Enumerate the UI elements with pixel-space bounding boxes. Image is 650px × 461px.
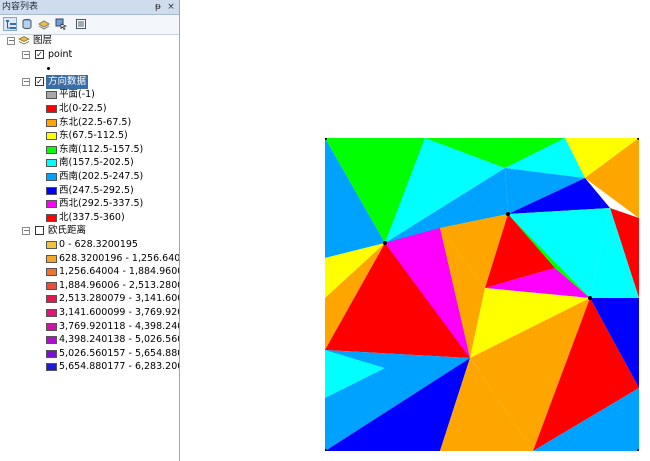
legend-swatch xyxy=(46,281,57,290)
list-by-source-icon[interactable] xyxy=(20,17,34,31)
tree-row: − ✓ 方向数据 xyxy=(0,74,178,89)
direction-layer-expander[interactable]: − xyxy=(22,77,30,86)
legend-swatch xyxy=(46,241,57,249)
layer-label: 北(337.5-360) xyxy=(59,211,125,223)
legend-swatch xyxy=(46,132,57,141)
tree-row: 2,513.280079 - 3,141.600098 xyxy=(0,292,179,306)
pin-icon[interactable]: ᵽ xyxy=(152,0,164,14)
layer-label: 628.3200196 - 1,256.640039 xyxy=(59,252,180,264)
legend-swatch xyxy=(46,105,57,113)
point-layer-expander[interactable]: − xyxy=(22,50,30,59)
legend-swatch xyxy=(46,186,57,195)
layer-label: 3,769.920118 - 4,398.240137 xyxy=(59,320,179,332)
tree-row: − 图层 xyxy=(0,34,178,48)
legend-swatch xyxy=(46,254,57,263)
list-by-drawing-order-icon[interactable] xyxy=(3,17,17,31)
layer-label: 欧氏距离 xyxy=(48,225,87,237)
layer-label: 方向数据 xyxy=(46,74,89,89)
point-feature[interactable] xyxy=(383,241,387,245)
tree-row: 0 - 628.3200195 xyxy=(0,238,178,252)
tree-row: 西北(292.5-337.5) xyxy=(0,197,178,211)
legend-swatch xyxy=(46,295,57,304)
layer-label: 平面(-1) xyxy=(59,89,95,101)
layer-label: 1,256.64004 - 1,884.960059 xyxy=(59,266,179,278)
tree-row: 西南(202.5-247.5) xyxy=(0,170,178,184)
tree-row: 北(337.5-360) xyxy=(0,211,178,225)
tree-row: 5,026.560157 - 5,654.880176 xyxy=(0,347,179,361)
tree-row xyxy=(0,61,178,75)
legend-swatch xyxy=(46,213,57,222)
tree-row: 西(247.5-292.5) xyxy=(0,184,178,198)
toc-toolbar xyxy=(0,15,179,35)
legend-swatch xyxy=(46,200,57,209)
layer-label: 0 - 628.3200195 xyxy=(59,239,138,250)
layer-label: 图层 xyxy=(33,35,53,46)
close-icon[interactable]: × xyxy=(165,0,177,14)
layer-label: 西(247.5-292.5) xyxy=(59,184,134,196)
tree-row: 5,654.880177 - 6,283.200195 xyxy=(0,360,179,374)
list-by-visibility-icon[interactable] xyxy=(37,17,51,31)
tree-row: 南(157.5-202.5) xyxy=(0,156,178,170)
layer-label: 东(67.5-112.5) xyxy=(59,130,128,142)
layer-label: 东北(22.5-67.5) xyxy=(59,116,132,128)
layer-label: 5,026.560157 - 5,654.880176 xyxy=(59,347,179,359)
tree-row: 平面(-1) xyxy=(0,88,178,102)
layer-label: 南(157.5-202.5) xyxy=(59,157,134,169)
options-icon[interactable] xyxy=(74,17,88,31)
legend-swatch xyxy=(46,309,57,317)
layer-label: 5,654.880177 - 6,283.200195 xyxy=(59,361,179,373)
table-of-contents-panel: 内容列表 ᵽ × − 图层 − ✓ point − ✓ 方向数据 平面(-1) 北(0-22.5)… xyxy=(0,0,180,461)
layer-label: 西北(292.5-337.5) xyxy=(59,198,144,210)
list-by-selection-icon[interactable] xyxy=(54,17,68,31)
tree-row: − 欧氏距离 xyxy=(0,224,178,238)
legend-swatch xyxy=(46,322,57,331)
layer-label: point xyxy=(48,48,73,60)
layers-icon xyxy=(18,35,30,46)
direction-layer-checkbox[interactable]: ✓ xyxy=(35,76,44,86)
tree-row: 628.3200196 - 1,256.640039 xyxy=(0,252,180,266)
distance-layer-expander[interactable]: − xyxy=(22,227,30,236)
legend-swatch xyxy=(46,349,57,358)
legend-swatch xyxy=(46,118,57,127)
layer-label: 西南(202.5-247.5) xyxy=(59,171,144,182)
tree-row: 东(67.5-112.5) xyxy=(0,129,178,143)
tree-row: 东南(112.5-157.5) xyxy=(0,143,178,157)
legend-swatch xyxy=(46,336,57,345)
toc-titlebar: 内容列表 ᵽ × xyxy=(0,0,179,15)
tree-row: 东北(22.5-67.5) xyxy=(0,116,178,130)
point-symbol-icon xyxy=(47,67,50,71)
map-view[interactable] xyxy=(325,138,639,451)
tree-row: 3,141.600099 - 3,769.920117 xyxy=(0,306,179,320)
tree-row: 1,884.96006 - 2,513.280078 xyxy=(0,279,179,293)
tree-row: 3,769.920118 - 4,398.240137 xyxy=(0,320,179,334)
tree-row: 1,256.64004 - 1,884.960059 xyxy=(0,265,179,279)
toc-title: 内容列表 xyxy=(2,2,39,12)
tree-row: 北(0-22.5) xyxy=(0,102,178,116)
layer-label: 东南(112.5-157.5) xyxy=(59,143,144,155)
legend-swatch xyxy=(46,145,57,154)
legend-swatch xyxy=(46,91,57,100)
legend-swatch xyxy=(46,268,57,277)
layer-label: 4,398.240138 - 5,026.560156 xyxy=(59,334,179,346)
layer-label: 北(0-22.5) xyxy=(59,103,107,114)
layer-label: 1,884.96006 - 2,513.280078 xyxy=(59,279,179,291)
legend-swatch xyxy=(46,159,57,168)
tree-row: 4,398.240138 - 5,026.560156 xyxy=(0,333,179,347)
point-layer-checkbox[interactable]: ✓ xyxy=(35,49,44,59)
layer-label: 3,141.600099 - 3,769.920117 xyxy=(59,307,179,318)
root-expander[interactable]: − xyxy=(7,37,15,45)
point-feature[interactable] xyxy=(588,296,592,300)
layer-label: 2,513.280079 - 3,141.600098 xyxy=(59,293,179,305)
legend-swatch xyxy=(46,363,57,372)
legend-swatch xyxy=(46,173,57,181)
distance-layer-checkbox[interactable] xyxy=(35,226,44,236)
point-feature[interactable] xyxy=(506,212,510,216)
tree-row: − ✓ point xyxy=(0,48,178,62)
